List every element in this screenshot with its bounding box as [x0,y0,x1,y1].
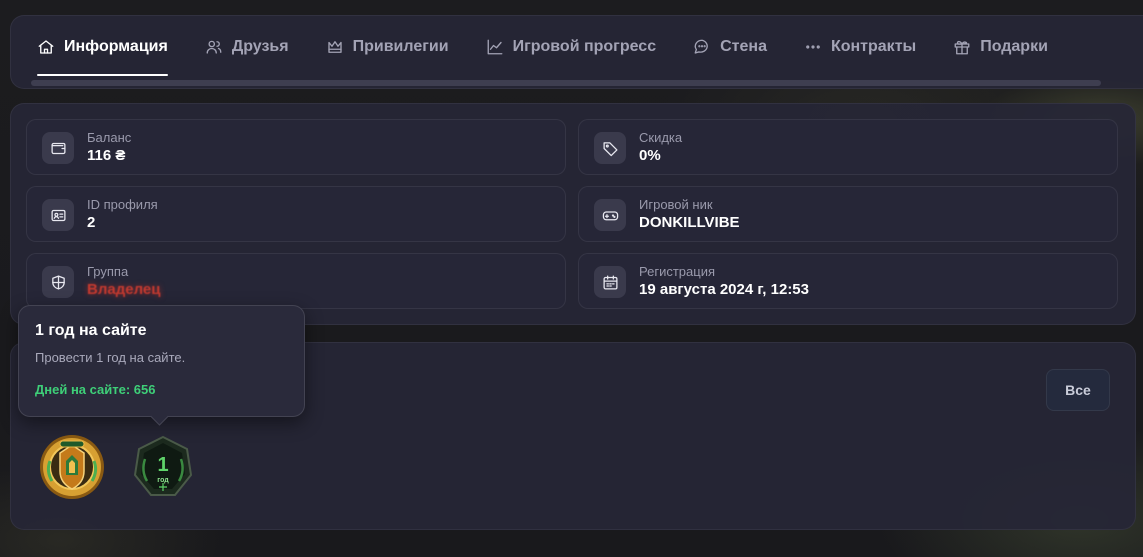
one-year-badge[interactable]: 1 год [133,435,193,504]
dots-icon [806,45,820,49]
tab-label: Привилегии [352,38,449,55]
gamepad-icon [594,199,626,231]
tabs-scrollbar[interactable] [31,80,1101,86]
tab-bar: Информация Друзья Привилегии Игровой про… [37,16,1085,78]
discount-value: 0% [639,147,661,164]
one-year-number: 1 [157,454,168,476]
tab-label: Контракты [830,38,917,55]
chart-line-icon [487,39,503,55]
registration-value: 19 августа 2024 г, 12:53 [639,281,809,298]
registration-label: Регистрация [639,264,715,279]
profile-tabs-panel: Информация Друзья Привилегии Игровой про… [10,15,1143,89]
tab-game-progress[interactable]: Игровой прогресс [486,16,657,78]
tab-information[interactable]: Информация [37,16,168,78]
profile-info-panel: Баланс 116 ₴ Скидка 0% ID профиля 2 Игро… [10,103,1136,325]
tab-privileges[interactable]: Привилегии [326,16,449,78]
balance-label: Баланс [87,130,132,145]
tab-label: Информация [64,38,168,55]
chat-bubble-icon [694,39,708,54]
discount-card: Скидка 0% [578,119,1118,175]
group-label: Группа [87,264,129,279]
tab-label: Стена [720,38,767,55]
discount-label: Скидка [639,130,683,145]
balance-card: Баланс 116 ₴ [26,119,566,175]
tab-contracts[interactable]: Контракты [804,16,916,78]
crown-icon [327,41,342,53]
users-icon [206,40,222,54]
tooltip-description: Провести 1 год на сайте. [35,350,186,365]
tab-wall[interactable]: Стена [693,16,767,78]
tag-icon [594,132,626,164]
one-year-sub: год [157,477,169,484]
wallet-icon [42,132,74,164]
group-value: Владелец [87,281,161,298]
id-card-icon [42,199,74,231]
profile-id-label: ID профиля [87,197,158,212]
gold-crest-badge[interactable] [36,431,108,508]
tab-friends[interactable]: Друзья [205,16,289,78]
tab-label: Игровой прогресс [512,38,657,55]
nickname-card: Игровой ник DONKILLVIBE [578,186,1118,242]
tab-label: Подарки [980,38,1048,55]
gold-crest-icon [40,435,104,499]
tooltip-stat: Дней на сайте: 656 [35,382,156,397]
profile-id-card: ID профиля 2 [26,186,566,242]
nickname-label: Игровой ник [639,197,713,212]
profile-id-value: 2 [87,214,96,231]
shield-icon [42,266,74,298]
group-card: Группа Владелец [26,253,566,309]
calendar-icon [594,266,626,298]
nickname-value: DONKILLVIBE [639,214,740,231]
tab-label: Друзья [231,38,289,55]
home-icon [38,40,54,54]
one-year-icon: 1 год [133,435,193,496]
achievement-tooltip: 1 год на сайте Провести 1 год на сайте. … [18,305,305,417]
tooltip-title: 1 год на сайте [35,322,147,339]
tab-gifts[interactable]: Подарки [953,16,1048,78]
gift-icon [954,40,970,55]
balance-value: 116 ₴ [87,147,126,164]
registration-card: Регистрация 19 августа 2024 г, 12:53 [578,253,1118,309]
all-achievements-button[interactable]: Все [1046,369,1110,411]
